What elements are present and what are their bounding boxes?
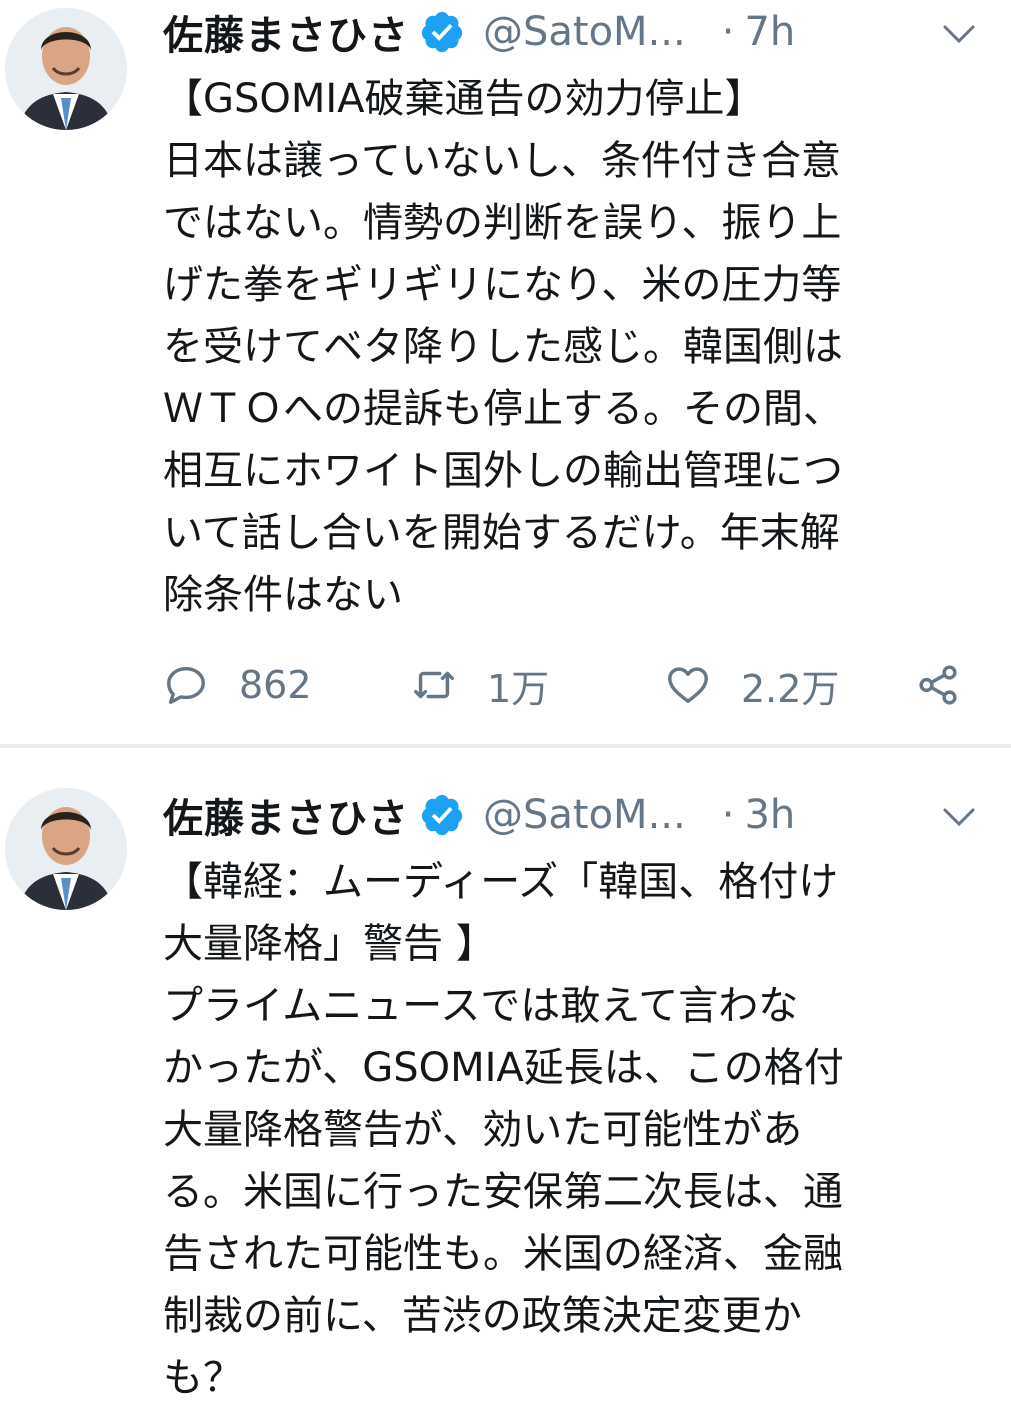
tweet-text-line: を受けてベタ降りした感じ。韓国側は [163, 324, 843, 370]
verified-badge-icon [421, 794, 463, 836]
tweet-feed: 佐藤まさひさ @SatoM... · 7h 【GSOMIA破棄通告の効力停止】 … [0, 0, 1011, 1401]
tweet-text-line: ではない。情勢の判断を誤り、振り上 [163, 200, 842, 246]
tweet-text-line: も？ [163, 1355, 243, 1401]
tweet-text-line: 大量降格警告が、効いた可能性があ [163, 1107, 803, 1153]
tweet-header: 佐藤まさひさ @SatoM... · 3h [163, 780, 1001, 850]
like-count: 2.2万 [741, 666, 840, 711]
author-handle[interactable]: @SatoM... [483, 9, 686, 55]
chevron-down-icon[interactable] [941, 805, 977, 829]
profile-photo-icon [5, 8, 127, 130]
tweet[interactable]: 佐藤まさひさ @SatoM... · 3h 【韓経：ムーディーズ「韓国、格付け … [0, 748, 1011, 1401]
tweet-text-line: ＷＴＯへの提訴も停止する。その間、 [163, 386, 843, 432]
tweet-text-line: る。米国に行った安保第二次長は、通 [163, 1169, 843, 1215]
tweet-text-line: プライムニュースでは敢えて言わな [163, 983, 799, 1029]
retweet-icon [414, 671, 454, 699]
avatar[interactable] [5, 8, 127, 130]
tweet-header: 佐藤まさひさ @SatoM... · 7h [163, 0, 1001, 67]
reply-count: 862 [239, 663, 312, 707]
tweet-text-line: 日本は譲っていないし、条件付き合意 [163, 138, 841, 184]
tweet-text-line: 大量降格」警告 】 [163, 921, 496, 967]
author-name[interactable]: 佐藤まさひさ [163, 786, 409, 844]
tweet-text: 【GSOMIA破棄通告の効力停止】 日本は譲っていないし、条件付き合意 ではない… [163, 68, 963, 626]
tweet-text-line: 【韓経：ムーディーズ「韓国、格付け [163, 859, 839, 905]
separator-dot: · [721, 792, 735, 838]
share-button[interactable] [915, 652, 961, 718]
avatar[interactable] [5, 788, 127, 910]
tweet-text-line: 【GSOMIA破棄通告の効力停止】 [163, 76, 765, 122]
tweet-text-line: げた拳をギリギリになり、米の圧力等 [163, 262, 842, 308]
retweet-count: 1万 [487, 666, 550, 711]
reply-icon [167, 666, 205, 704]
separator-dot: · [721, 9, 735, 55]
author-handle[interactable]: @SatoM... [483, 792, 686, 838]
tweet-timestamp[interactable]: 3h [744, 792, 795, 838]
tweet-timestamp[interactable]: 7h [744, 9, 795, 55]
chevron-down-icon[interactable] [941, 22, 977, 46]
like-button[interactable]: 2.2万 [665, 652, 839, 718]
author-name[interactable]: 佐藤まさひさ [163, 3, 409, 61]
share-icon [919, 665, 957, 705]
verified-badge-icon [421, 11, 463, 53]
tweet-text-line: かったが、GSOMIA延長は、この格付 [163, 1045, 844, 1091]
tweet-text-line: いて話し合いを開始するだけ。年末解 [163, 510, 840, 556]
tweet-text: 【韓経：ムーディーズ「韓国、格付け 大量降格」警告 】 プライムニュースでは敢え… [163, 851, 963, 1401]
tweet[interactable]: 佐藤まさひさ @SatoM... · 7h 【GSOMIA破棄通告の効力停止】 … [0, 0, 1011, 744]
retweet-button[interactable]: 1万 [411, 652, 549, 718]
tweet-actions: 862 1万 2.2万 [163, 652, 983, 718]
tweet-text-line: 制裁の前に、苦渋の政策決定変更か [163, 1293, 802, 1339]
heart-icon [668, 667, 708, 704]
profile-photo-icon [5, 788, 127, 910]
tweet-text-line: 告された可能性も。米国の経済、金融 [163, 1231, 843, 1277]
reply-button[interactable]: 862 [163, 652, 312, 718]
tweet-text-line: 相互にホワイト国外しの輸出管理につ [163, 448, 843, 494]
tweet-text-line: 除条件はない [163, 572, 403, 618]
